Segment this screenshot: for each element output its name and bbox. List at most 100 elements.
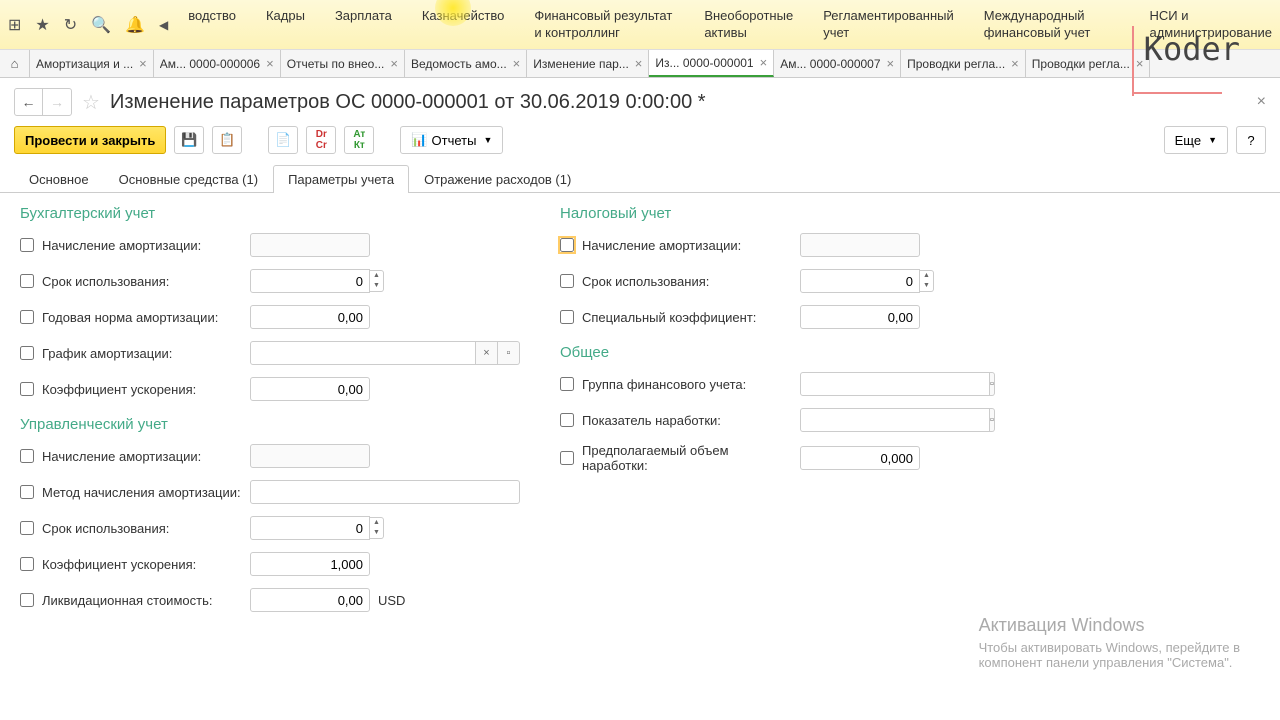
search-icon[interactable]: 🔍 [91,15,111,35]
tab-1[interactable]: Ам... 0000-000006× [154,50,281,77]
mgmt-depr-input[interactable] [250,444,370,468]
mgmt-accel-checkbox[interactable] [20,557,34,571]
subtab-params[interactable]: Параметры учета [273,165,409,193]
acc-rate-input[interactable] [250,305,370,329]
acc-accel-checkbox[interactable] [20,382,34,396]
acc-sched-checkbox[interactable] [20,346,34,360]
clear-icon[interactable]: × [476,341,498,365]
mgmt-salvage-input[interactable] [250,588,370,612]
tab-7[interactable]: Проводки регла...× [901,50,1026,77]
mgmt-method-input[interactable] [250,480,520,504]
open-icon[interactable]: ▫ [498,341,520,365]
mgmt-period-checkbox[interactable] [20,521,34,535]
acc-accel-input[interactable] [250,377,370,401]
acc-period-checkbox[interactable] [20,274,34,288]
acc-rate-checkbox[interactable] [20,310,34,324]
chevron-left-icon[interactable]: ◀ [159,18,168,32]
reports-button[interactable]: 📊 Отчеты▼ [400,126,503,154]
acc-depr-input[interactable] [250,233,370,257]
close-icon[interactable]: × [1011,56,1019,71]
document-tabs: ⌂ Амортизация и ...× Ам... 0000-000006× … [0,50,1280,78]
tab-8[interactable]: Проводки регла...× [1026,50,1151,77]
tab-6[interactable]: Ам... 0000-000007× [774,50,901,77]
menu-item-8[interactable]: НСИ и администрирование [1149,8,1272,42]
tab-4[interactable]: Изменение пар...× [527,50,649,77]
tax-period-input[interactable] [800,269,920,293]
gen-fingroup-input[interactable] [800,372,990,396]
apps-icon[interactable]: ⊞ [8,15,21,35]
gen-fingroup-checkbox[interactable] [560,377,574,391]
tax-special-input[interactable] [800,305,920,329]
save-button[interactable]: 💾 [174,126,204,154]
close-icon[interactable]: × [266,56,274,71]
menu-item-1[interactable]: Кадры [266,8,305,42]
spin-down-icon[interactable]: ▼ [370,528,383,538]
menu-item-7[interactable]: Международный финансовый учет [984,8,1120,42]
home-icon[interactable]: ⌂ [0,50,30,77]
tab-5[interactable]: Из... 0000-000001× [649,50,774,77]
menu-item-3[interactable]: Казначейство [422,8,504,42]
spin-up-icon[interactable]: ▲ [920,271,933,281]
open-icon[interactable]: ▫ [990,408,995,432]
acc-period-input[interactable] [250,269,370,293]
menu-item-4[interactable]: Финансовый результат и контроллинг [534,8,674,42]
mgmt-accel-input[interactable] [250,552,370,576]
close-window-icon[interactable]: × [1257,93,1266,111]
forward-button[interactable]: → [43,89,71,115]
tax-depr-input[interactable] [800,233,920,257]
close-icon[interactable]: × [635,56,643,71]
gen-expected-checkbox[interactable] [560,451,574,465]
more-button[interactable]: Еще▼ [1164,126,1228,154]
help-button[interactable]: ? [1236,126,1266,154]
spin-up-icon[interactable]: ▲ [370,271,383,281]
bell-icon[interactable]: 🔔 [125,15,145,35]
section-tax: Налоговый учет [560,205,1060,222]
tax-special-checkbox[interactable] [560,310,574,324]
history-icon[interactable]: ↻ [64,15,77,35]
menu-item-5[interactable]: Внеоборотные активы [704,8,793,42]
spin-down-icon[interactable]: ▼ [920,281,933,291]
favorite-icon[interactable]: ☆ [82,90,100,115]
tax-depr-checkbox[interactable] [560,238,574,252]
close-icon[interactable]: × [1136,56,1144,71]
menu-item-0[interactable]: водство [188,8,236,42]
subtab-main[interactable]: Основное [14,165,104,193]
close-icon[interactable]: × [139,56,147,71]
gen-output-checkbox[interactable] [560,413,574,427]
section-accounting: Бухгалтерский учет [20,205,520,222]
post-button[interactable]: 📋 [212,126,242,154]
gen-output-input[interactable] [800,408,990,432]
spin-down-icon[interactable]: ▼ [370,281,383,291]
close-icon[interactable]: × [887,56,895,71]
close-icon[interactable]: × [390,56,398,71]
tab-0[interactable]: Амортизация и ...× [30,50,154,77]
structure-button[interactable]: 📄 [268,126,298,154]
spin-up-icon[interactable]: ▲ [370,518,383,528]
gen-expected-input[interactable] [800,446,920,470]
menu-item-6[interactable]: Регламентированный учет [823,8,954,42]
field-label: Срок использования: [42,274,242,289]
right-column: Налоговый учет Начисление амортизации: С… [560,205,1060,623]
subtab-expenses[interactable]: Отражение расходов (1) [409,165,586,193]
star-icon[interactable]: ★ [35,15,49,35]
tax-period-checkbox[interactable] [560,274,574,288]
menu-item-2[interactable]: Зарплата [335,8,392,42]
mgmt-method-checkbox[interactable] [20,485,34,499]
dr-cr-button[interactable]: DrCr [306,126,336,154]
mgmt-period-input[interactable] [250,516,370,540]
tab-2[interactable]: Отчеты по внео...× [281,50,405,77]
acc-sched-input[interactable] [250,341,476,365]
acc-depr-checkbox[interactable] [20,238,34,252]
mgmt-salvage-checkbox[interactable] [20,593,34,607]
mgmt-depr-checkbox[interactable] [20,449,34,463]
open-icon[interactable]: ▫ [990,372,995,396]
back-button[interactable]: ← [15,89,43,115]
post-and-close-button[interactable]: Провести и закрыть [14,126,166,154]
subtab-assets[interactable]: Основные средства (1) [104,165,274,193]
tab-3[interactable]: Ведомость амо...× [405,50,527,77]
close-icon[interactable]: × [760,55,768,70]
close-icon[interactable]: × [513,56,521,71]
field-label: Срок использования: [42,521,242,536]
field-label: Годовая норма амортизации: [42,310,242,325]
at-kt-button[interactable]: АтКт [344,126,374,154]
